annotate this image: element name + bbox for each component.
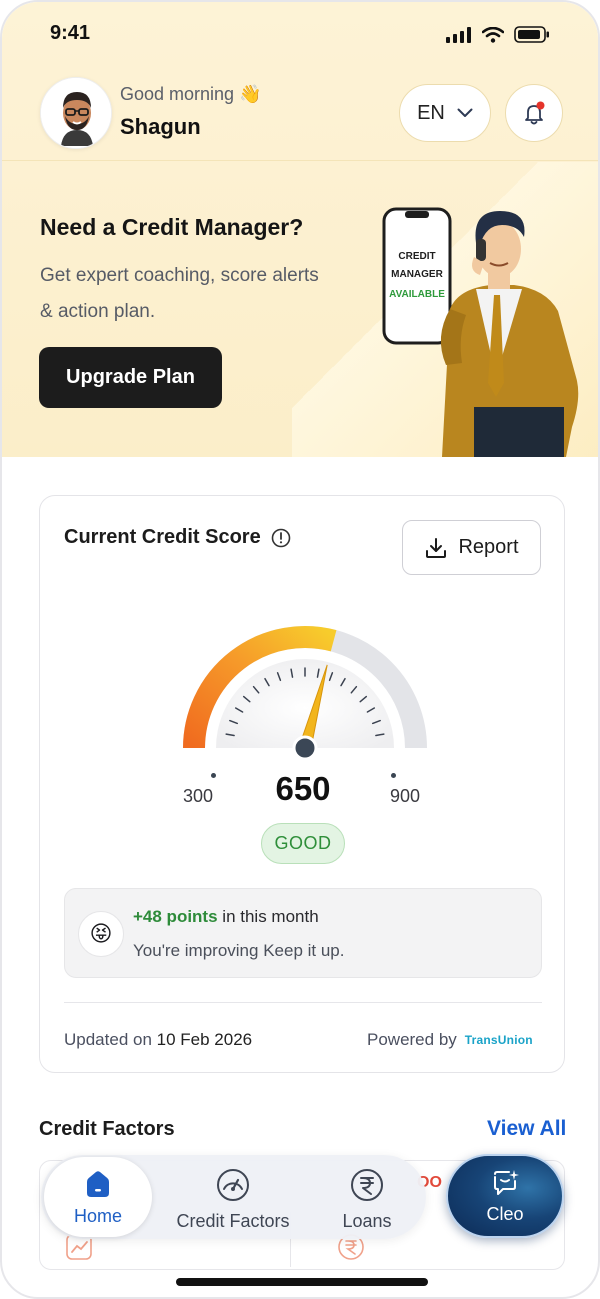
score-change-points: +48 points — [133, 907, 218, 926]
battery-icon — [514, 26, 549, 43]
status-bar: 9:41 — [2, 20, 598, 50]
credit-score-title-text: Current Credit Score — [64, 526, 261, 548]
speedometer-icon — [217, 1169, 249, 1201]
upgrade-plan-button[interactable]: Upgrade Plan — [39, 347, 222, 408]
score-max-label: 900 — [390, 786, 421, 806]
status-time: 9:41 — [50, 22, 91, 44]
cleo-assistant-button[interactable]: Cleo — [446, 1154, 564, 1238]
language-selector[interactable]: EN — [399, 84, 491, 142]
score-change-line: +48 points in this month — [133, 907, 319, 927]
cleo-label: Cleo — [486, 1203, 524, 1224]
greeting: Good morning 👋 — [120, 84, 262, 105]
credit-score-value: 650 — [275, 770, 331, 807]
updated-prefix: Updated on — [64, 1030, 152, 1049]
notifications-button[interactable] — [505, 84, 563, 142]
phone-line-1: CREDIT — [398, 251, 435, 262]
nav-item-loans[interactable]: Loans — [332, 1167, 402, 1232]
score-change-period: in this month — [222, 907, 319, 926]
home-icon — [87, 1170, 109, 1197]
wifi-icon — [482, 26, 504, 43]
cellular-signal-icon — [446, 26, 471, 43]
card-divider — [64, 1002, 542, 1003]
chevron-down-icon — [457, 108, 473, 117]
powered-by-label: Powered by — [367, 1030, 457, 1049]
credit-score-gauge — [183, 626, 427, 761]
chat-sparkle-icon — [494, 1169, 519, 1195]
status-icons — [446, 26, 550, 43]
nav-home-label: Home — [73, 1205, 122, 1226]
nav-credit-factors-label: Credit Factors — [176, 1211, 290, 1231]
language-label: EN — [417, 101, 445, 124]
smile-emoji-icon: 😝 — [78, 911, 124, 957]
promo-title: Need a Credit Manager? — [40, 214, 304, 240]
report-label: Report — [458, 536, 519, 558]
phone-line-3: AVAILABLE — [389, 289, 445, 300]
transunion-logo: TransUnion — [464, 1033, 533, 1047]
phone-frame: 9:41 Good morning 👋 Shagun EN Need a Cre… — [0, 0, 600, 1299]
credit-factors-title: Credit Factors — [39, 1118, 175, 1140]
header-divider — [2, 160, 598, 161]
updated-on: Updated on 10 Feb 2026 — [64, 1030, 252, 1050]
avatar-illustration — [41, 78, 111, 148]
nav-loans-label: Loans — [342, 1211, 392, 1231]
info-icon[interactable] — [271, 528, 291, 548]
credit-score-card: Current Credit Score Report 300 650 900 … — [39, 495, 565, 1073]
user-name: Shagun — [120, 114, 201, 139]
promo-subtitle: Get expert coaching, score alerts & acti… — [40, 265, 319, 322]
phone-line-2: MANAGER — [391, 269, 443, 280]
score-rating-badge: GOOD — [261, 823, 345, 864]
home-indicator — [176, 1278, 428, 1286]
greeting-text: Good morning — [120, 84, 235, 104]
nav-item-home[interactable]: Home — [44, 1157, 152, 1237]
view-all-link[interactable]: View All — [487, 1117, 566, 1141]
wave-emoji: 👋 — [239, 84, 262, 104]
bell-icon — [525, 101, 545, 125]
avatar[interactable] — [40, 77, 112, 149]
credit-manager-illustration: CREDIT MANAGER AVAILABLE — [382, 207, 579, 457]
nav-item-credit-factors[interactable]: Credit Factors — [168, 1167, 298, 1232]
updated-date: 10 Feb 2026 — [156, 1030, 253, 1049]
download-icon — [426, 537, 447, 558]
score-change-message: You're improving Keep it up. — [133, 941, 345, 960]
gauge-hub — [292, 735, 318, 761]
powered-by: Powered by TransUnion — [367, 1030, 533, 1050]
credit-score-title: Current Credit Score — [64, 526, 291, 549]
rupee-icon — [351, 1169, 383, 1201]
score-change-panel: 😝 +48 points in this month You're improv… — [64, 888, 542, 978]
download-report-button[interactable]: Report — [402, 520, 541, 575]
